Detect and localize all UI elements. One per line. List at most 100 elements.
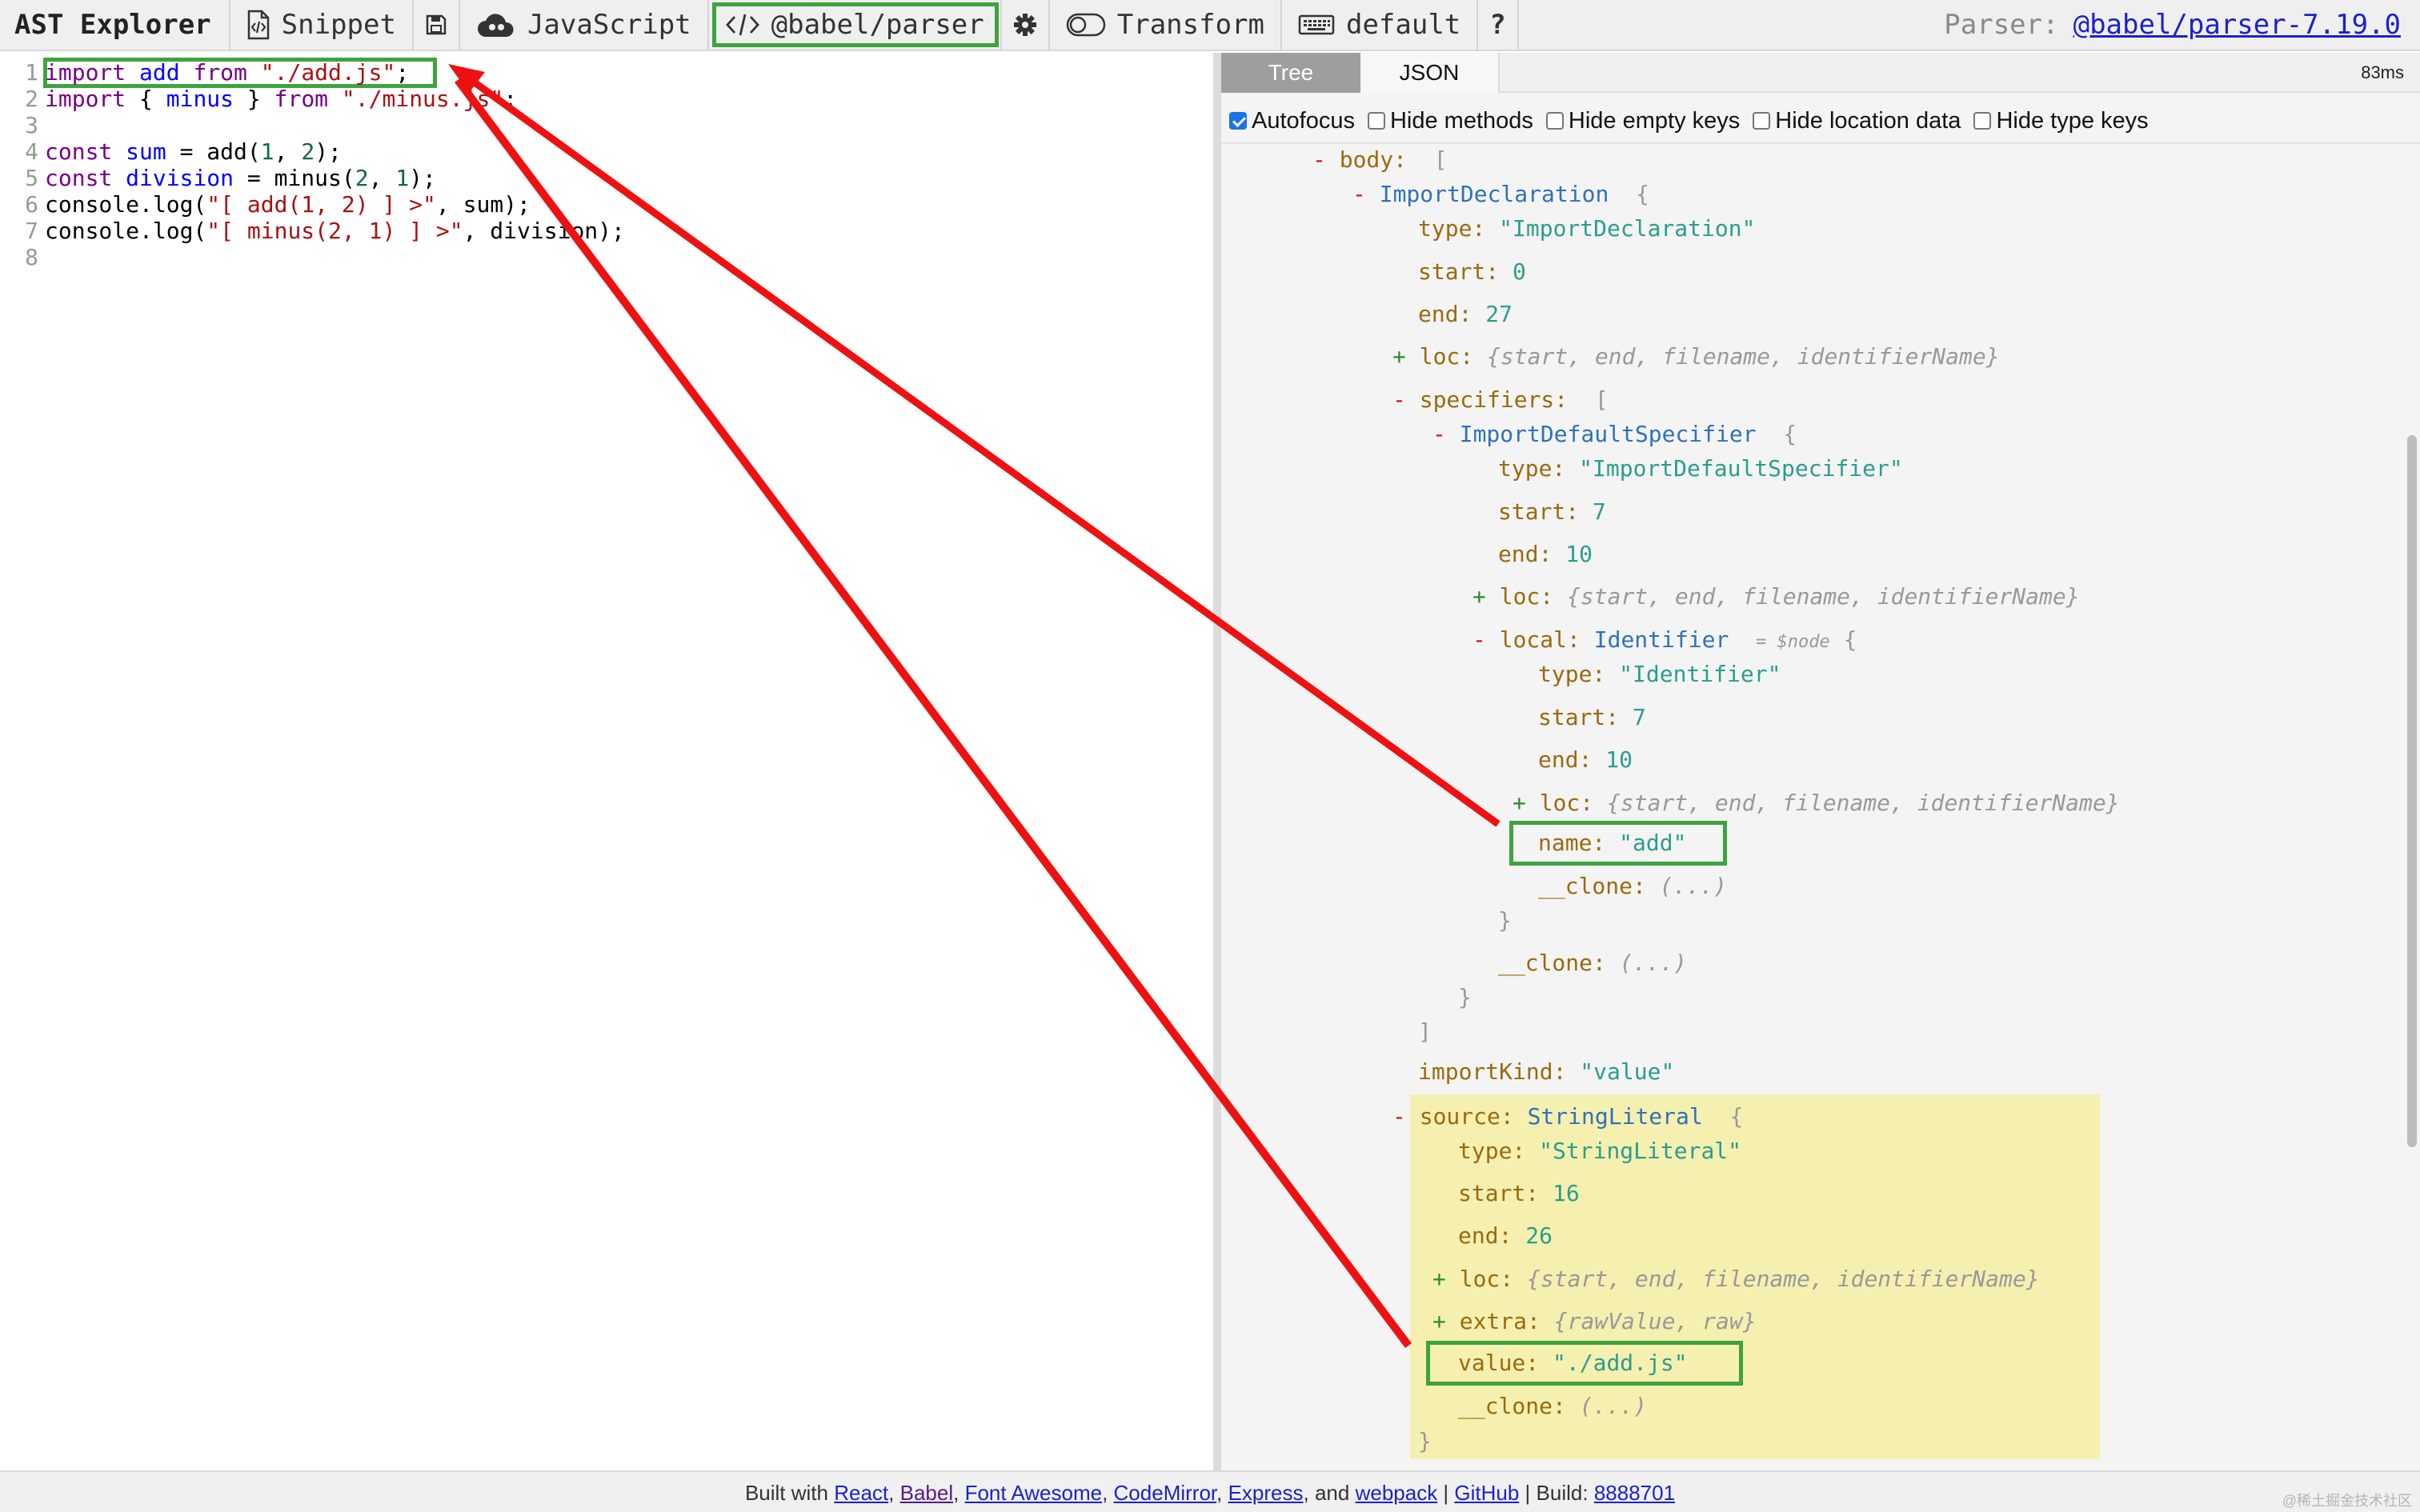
tree-row-end: end: 10 [1538,746,1633,773]
code-token: , [274,138,302,165]
code-token: const [45,138,113,165]
github-link[interactable]: GitHub [1454,1481,1519,1505]
collapse-toggle[interactable]: - [1472,626,1500,653]
collapse-toggle[interactable]: - [1392,1103,1420,1130]
build-id-link[interactable]: 8888701 [1594,1481,1675,1505]
expand-toggle[interactable]: + [1472,583,1500,610]
collapse-toggle[interactable]: - [1392,386,1420,413]
code-token: = add( [166,138,261,165]
tree-row-clone[interactable]: __clone: (...) [1538,870,1727,902]
expand-toggle[interactable]: + [1432,1308,1460,1334]
line-number: 6 [25,191,38,218]
collapse-toggle[interactable]: - [1432,421,1460,447]
code-token: , division); [463,218,625,244]
help-button[interactable]: ? [1478,0,1519,50]
tree-row-import-default-specifier[interactable]: - ImportDefaultSpecifier { [1432,418,1797,450]
code-token: add [139,59,180,86]
code-token: const [45,165,113,191]
expand-toggle[interactable]: + [1512,790,1540,816]
tree-row-type: type: "ImportDefaultSpecifier" [1498,455,1903,482]
webpack-link[interactable]: webpack [1356,1481,1438,1505]
tree-row-import-declaration[interactable]: - ImportDeclaration { [1352,178,1649,210]
tree-row-loc[interactable]: + loc: {start, end, filename, identifier… [1472,581,2080,613]
app-title: AST Explorer [0,0,230,50]
code-token: from [274,86,329,112]
code-token: , sum); [435,191,531,218]
parser-label: @babel/parser [771,9,984,41]
parser-info: Parser: @babel/parser-7.19.0 [1944,9,2420,41]
and-text: and [1314,1481,1350,1505]
font-awesome-link[interactable]: Font Awesome [965,1481,1103,1505]
code-line[interactable]: 7 console.log("[ minus(2, 1) ] >", divisi… [0,218,625,244]
code-token: from [193,59,247,86]
tree-row-value: value: "./add.js" [1458,1350,1688,1376]
collapse-toggle[interactable]: - [1352,181,1380,207]
tree-row-import-kind: importKind: "value" [1418,1058,1675,1085]
built-with-text: Built with [744,1481,828,1505]
code-token: console.log( [45,191,207,218]
express-link[interactable]: Express [1228,1481,1304,1505]
collapse-toggle[interactable]: - [1312,146,1340,173]
code-line[interactable]: 6 console.log("[ add(1, 2) ] >", sum); [0,191,531,218]
tree-scrollbar[interactable] [2407,435,2417,1147]
build-label: Build: [1536,1481,1589,1505]
code-line[interactable]: 5 const division = minus(2, 1); [0,165,436,191]
toolbar: AST Explorer Snippet JavaScript @babel/p… [0,0,2420,51]
tree-row-loc[interactable]: + loc: {start, end, filename, identifier… [1432,1263,2040,1295]
save-button[interactable] [414,0,460,50]
tree-row-type: type: "Identifier" [1538,661,1781,687]
code-token: division [126,165,234,191]
keymap-selector[interactable]: default [1282,0,1479,50]
code-line[interactable]: 8 [0,244,45,270]
line-number: 4 [25,138,38,165]
tree-row-local[interactable]: - local: Identifier = $node { [1472,624,1857,656]
react-link[interactable]: React [834,1481,888,1505]
code-token: "[ add(1, 2) ] >" [206,191,436,218]
code-line[interactable]: 2 import { minus } from "./minus.js"; [0,86,517,112]
code-token: "./add.js" [260,59,396,86]
code-token: "[ minus(2, 1) ] >" [206,218,463,244]
tree-bracket-close: ] [1418,1018,1432,1045]
code-token: } [234,86,274,112]
code-line[interactable]: 1 import add from "./add.js"; [0,59,409,86]
code-token: ; [503,86,518,112]
transform-toggle[interactable]: Transform [1050,0,1282,50]
tree-row-specifiers[interactable]: - specifiers: [ [1392,384,1609,416]
cloud-icon [477,14,514,37]
tree-brace-close: } [1458,984,1472,1010]
code-line[interactable]: 4 const sum = add(1, 2); [0,138,342,165]
tree-row-name: name: "add" [1538,830,1687,856]
language-label: JavaScript [527,9,691,41]
pane-splitter[interactable] [1213,53,1221,1470]
parser-selector[interactable]: @babel/parser [709,0,1002,50]
snippet-menu[interactable]: Snippet [230,0,414,50]
babel-link[interactable]: Babel [900,1481,954,1505]
tree-row-start: start: 16 [1458,1180,1580,1206]
tree-row-clone[interactable]: __clone: (...) [1458,1390,1647,1422]
code-token: import [45,86,126,112]
tree-row-extra[interactable]: + extra: {rawValue, raw} [1432,1306,1757,1338]
keyboard-icon [1298,14,1335,35]
keymap-label: default [1345,9,1461,41]
code-icon [725,14,759,36]
tree-row-loc[interactable]: + loc: {start, end, filename, identifier… [1392,341,2000,373]
code-line[interactable]: 3 [0,112,45,138]
code-editor[interactable]: 1 import add from "./add.js"; 2 import { mi… [0,53,1213,1470]
help-icon: ? [1489,9,1506,41]
parser-settings-button[interactable] [1002,0,1050,50]
tree-row-clone[interactable]: __clone: (...) [1498,947,1687,979]
expand-toggle[interactable]: + [1392,343,1420,370]
tree-row-start: start: 7 [1538,704,1646,730]
tree-row-source[interactable]: - source: StringLiteral { [1392,1101,1743,1133]
tree-row-body[interactable]: - body: [ [1312,144,1448,176]
codemirror-link[interactable]: CodeMirror [1114,1481,1217,1505]
tree-row-type: type: "ImportDeclaration" [1418,215,1756,242]
expand-toggle[interactable]: + [1432,1266,1460,1292]
code-token: "./minus.js" [341,86,504,112]
line-number: 5 [25,165,38,191]
code-token: { [126,86,166,112]
tree-row-loc[interactable]: + loc: {start, end, filename, identifier… [1512,787,2120,819]
language-selector[interactable]: JavaScript [460,0,709,50]
parser-version-link[interactable]: @babel/parser-7.19.0 [2073,9,2401,41]
